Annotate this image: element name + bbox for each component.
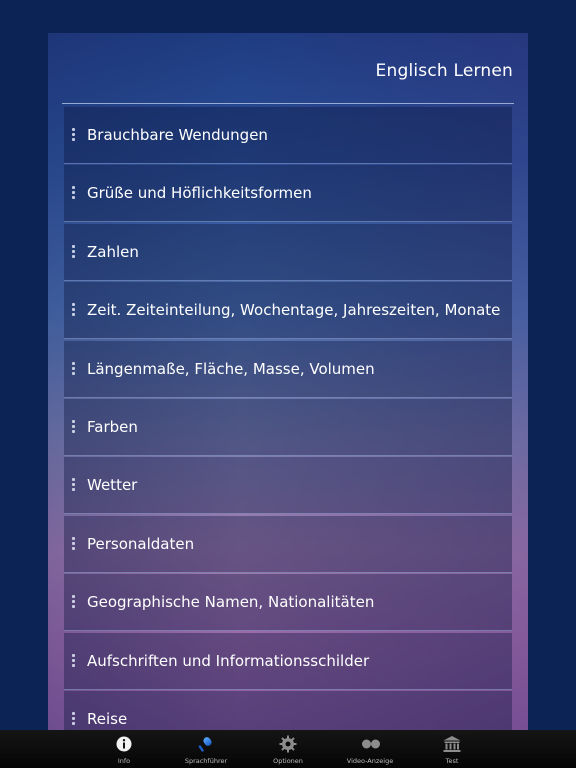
list-item[interactable]: Längenmaße, Fläche, Masse, Volumen — [64, 340, 512, 398]
tab-label: Optionen — [273, 757, 303, 765]
drag-handle-icon[interactable] — [72, 653, 76, 669]
tab-info[interactable]: Info — [83, 730, 165, 768]
bank-icon — [442, 735, 462, 753]
list-item[interactable]: Personaldaten — [64, 515, 512, 573]
drag-handle-icon[interactable] — [72, 478, 76, 493]
tab-label: Test — [445, 757, 459, 765]
drag-handle-icon[interactable] — [72, 595, 76, 610]
list-item-label: Zeit. Zeiteinteilung, Wochentage, Jahres… — [87, 301, 501, 320]
header-divider — [62, 103, 514, 104]
tab-label: Sprachführer — [184, 757, 228, 765]
main-panel: Englisch Lernen Brauchbare Wendungen Grü… — [48, 33, 528, 730]
list-item-label: Farben — [87, 417, 138, 436]
tab-label: Video-Anzeige — [346, 757, 394, 765]
drag-handle-icon[interactable] — [72, 711, 76, 727]
list-item-label: Personaldaten — [87, 534, 195, 553]
info-icon — [114, 735, 134, 753]
category-list: Brauchbare Wendungen Grüße und Höflichke… — [64, 107, 512, 730]
list-item[interactable]: Grüße und Höflichkeitsformen — [64, 165, 512, 223]
tab-label: Info — [117, 757, 131, 765]
panel-header: Englisch Lernen — [48, 33, 528, 105]
tab-bar: Info Sprachführer Optionen Video-Anzeige… — [0, 730, 576, 768]
drag-handle-icon[interactable] — [72, 128, 76, 143]
gear-icon — [278, 735, 298, 753]
list-item-label: Wetter — [87, 476, 138, 495]
list-item-label: Aufschriften und Informationsschilder — [87, 651, 370, 670]
microphone-icon — [196, 735, 216, 753]
list-item-label: Brauchbare Wendungen — [87, 126, 268, 144]
tab-video-anzeige[interactable]: Video-Anzeige — [329, 730, 411, 768]
list-item[interactable]: Geographische Namen, Nationalitäten — [64, 574, 512, 632]
drag-handle-icon[interactable] — [72, 419, 76, 435]
page-title: Englisch Lernen — [375, 61, 513, 81]
list-item[interactable]: Aufschriften und Informationsschilder — [64, 632, 512, 690]
list-item[interactable]: Farben — [64, 398, 512, 456]
list-item-label: Grüße und Höflichkeitsformen — [87, 184, 312, 203]
list-item[interactable]: Wetter — [64, 457, 512, 515]
list-item-label: Längenmaße, Fläche, Masse, Volumen — [87, 359, 375, 378]
list-item[interactable]: Brauchbare Wendungen — [64, 107, 512, 164]
tab-test[interactable]: Test — [411, 730, 493, 768]
drag-handle-icon[interactable] — [72, 536, 76, 552]
list-item[interactable]: Reise — [64, 690, 512, 730]
video-icon — [360, 735, 380, 753]
drag-handle-icon[interactable] — [72, 244, 76, 260]
list-item[interactable]: Zeit. Zeiteinteilung, Wochentage, Jahres… — [64, 282, 512, 340]
drag-handle-icon[interactable] — [72, 303, 76, 318]
tab-optionen[interactable]: Optionen — [247, 730, 329, 768]
list-item-label: Reise — [87, 709, 128, 728]
drag-handle-icon[interactable] — [72, 361, 76, 377]
list-item-label: Zahlen — [87, 242, 139, 261]
tab-sprachfuehrer[interactable]: Sprachführer — [165, 730, 247, 768]
list-item[interactable]: Zahlen — [64, 223, 512, 281]
list-item-label: Geographische Namen, Nationalitäten — [87, 593, 375, 612]
drag-handle-icon[interactable] — [72, 186, 76, 201]
